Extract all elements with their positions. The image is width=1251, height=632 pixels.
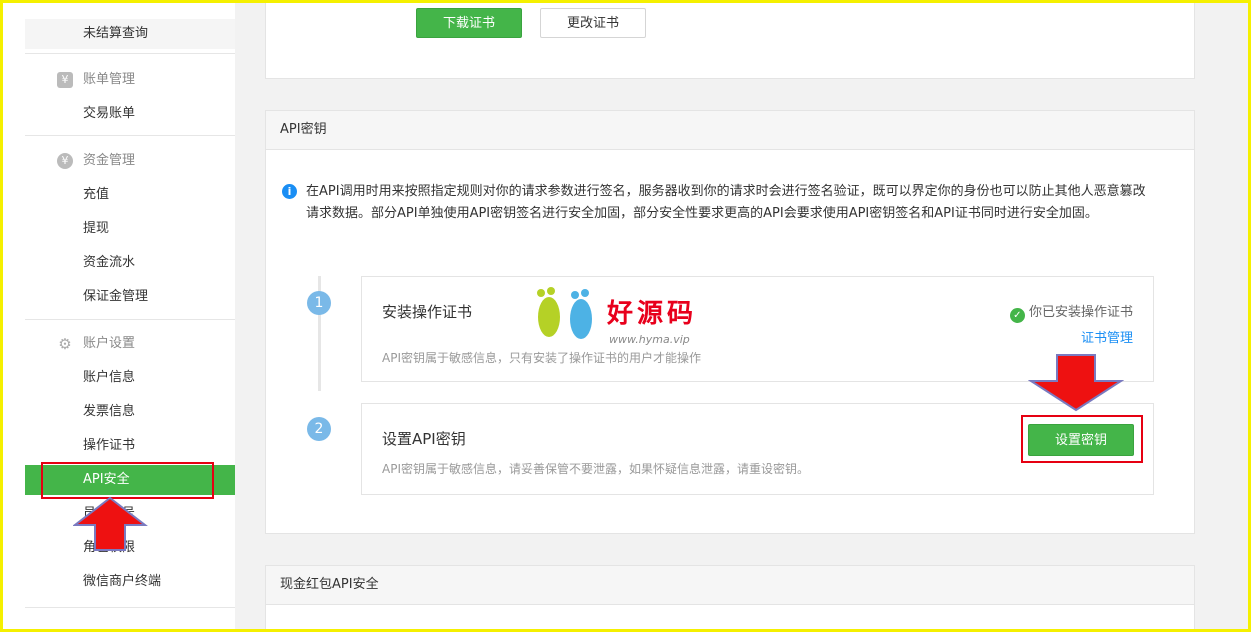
certificate-panel: 下载证书 更改证书 xyxy=(265,3,1195,79)
screenshot-frame: 未结算查询 ¥ 账单管理 交易账单 ¥ 资金管理 充值 提现 资金流水 保证金管… xyxy=(0,0,1251,632)
watermark-url: www.hyma.vip xyxy=(609,333,690,346)
money-bag-icon: ¥ xyxy=(57,153,73,169)
sidebar-item-operation-cert[interactable]: 操作证书 xyxy=(25,431,235,461)
check-circle-icon: ✓ xyxy=(1009,308,1025,323)
sidebar-item-withdraw[interactable]: 提现 xyxy=(25,214,235,244)
sidebar-group-billing: ¥ 账单管理 xyxy=(25,65,235,95)
api-key-info: i 在API调用时用来按照指定规则对你的请求参数进行签名，服务器收到你的请求时会… xyxy=(282,181,1156,225)
download-cert-button[interactable]: 下载证书 xyxy=(416,8,522,38)
cert-installed-status: ✓ 你已安装操作证书 xyxy=(1009,301,1133,323)
step-number-2: 2 xyxy=(307,417,331,441)
sidebar-group-account-settings: ⚙ 账户设置 xyxy=(58,335,136,353)
red-packet-panel-title: 现金红包API安全 xyxy=(266,566,1194,605)
gear-icon: ⚙ xyxy=(58,335,72,353)
sidebar-item-deposit[interactable]: 保证金管理 xyxy=(25,282,235,312)
step-title: 安装操作证书 xyxy=(382,303,473,321)
sidebar-item-account-info[interactable]: 账户信息 xyxy=(25,363,235,393)
step-number-1: 1 xyxy=(307,291,331,315)
watermark-logo: 好源码 www.hyma.vip xyxy=(529,285,729,351)
main-content: 下载证书 更改证书 API密钥 i 在API调用时用来按照指定规则对你的请求参数… xyxy=(235,3,1248,629)
api-key-panel: API密钥 i 在API调用时用来按照指定规则对你的请求参数进行签名，服务器收到… xyxy=(265,110,1195,534)
watermark-text: 好源码 xyxy=(607,299,698,329)
sidebar-group-funds: ¥ 资金管理 xyxy=(25,146,235,176)
red-packet-api-panel: 现金红包API安全 xyxy=(265,565,1195,629)
api-key-panel-title: API密钥 xyxy=(266,111,1194,150)
cert-manage-link[interactable]: 证书管理 xyxy=(1081,327,1133,346)
sidebar-item-wechat-terminal[interactable]: 微信商户终端 xyxy=(25,567,235,597)
sidebar-item-recharge[interactable]: 充值 xyxy=(25,180,235,210)
yen-icon: ¥ xyxy=(57,72,73,88)
step-description: API密钥属于敏感信息，请妥善保管不要泄露，如果怀疑信息泄露，请重设密钥。 xyxy=(382,462,809,476)
sidebar-item-invoice-info[interactable]: 发票信息 xyxy=(25,397,235,427)
step-title: 设置API密钥 xyxy=(382,430,466,448)
change-cert-button[interactable]: 更改证书 xyxy=(540,8,646,38)
highlight-api-security xyxy=(41,462,214,499)
sidebar-item-transaction-bill[interactable]: 交易账单 xyxy=(25,99,235,129)
red-arrow-down-icon xyxy=(1028,354,1124,412)
sidebar-item-fund-flow[interactable]: 资金流水 xyxy=(25,248,235,278)
footprint-icon xyxy=(537,287,592,339)
highlight-set-key xyxy=(1021,415,1143,463)
step-description: API密钥属于敏感信息，只有安装了操作证书的用户才能操作 xyxy=(382,351,701,365)
info-icon: i xyxy=(282,184,297,199)
red-arrow-up-icon xyxy=(73,496,148,551)
sidebar-item-unsettled-query[interactable]: 未结算查询 xyxy=(25,19,235,49)
